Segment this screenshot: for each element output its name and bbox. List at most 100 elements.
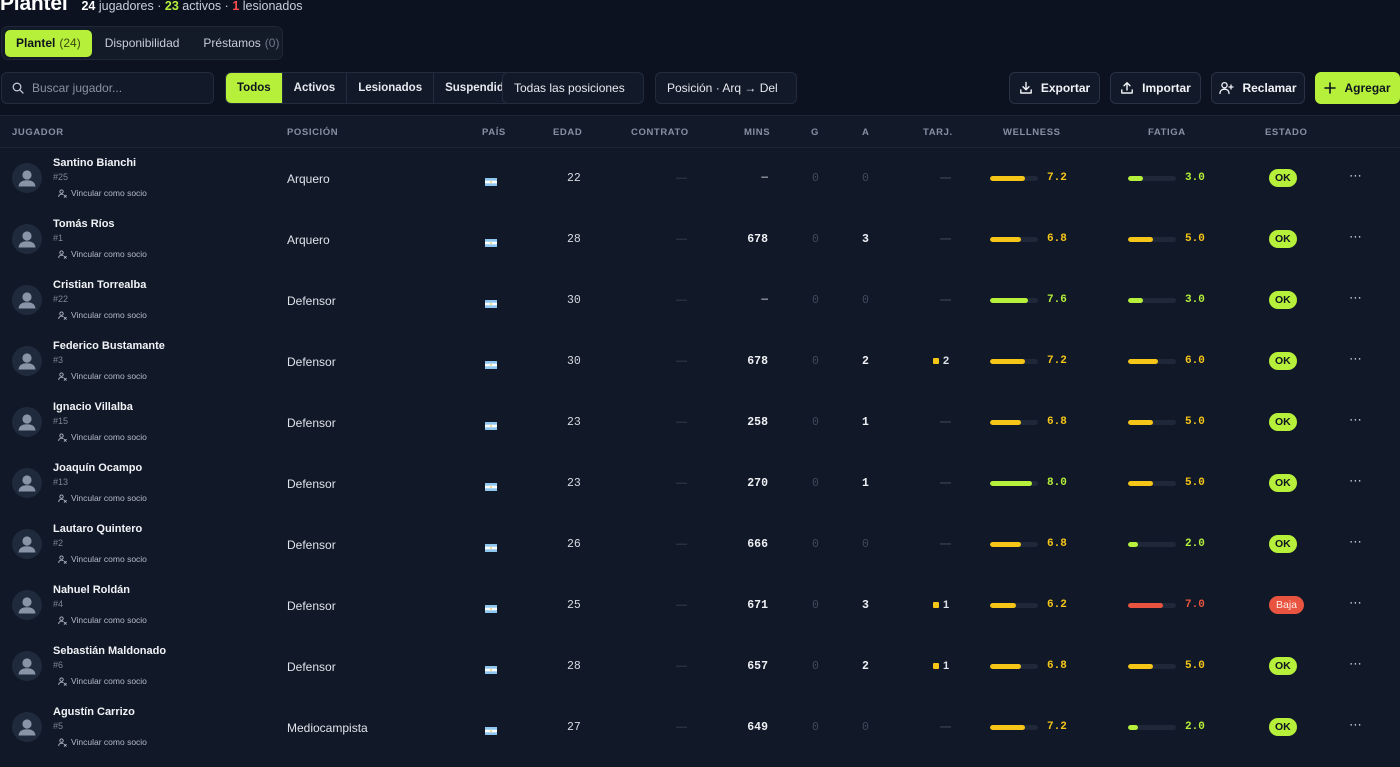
fatigue-bar	[1128, 359, 1176, 364]
player-number: #4	[53, 599, 64, 609]
link-member-button[interactable]: Vincular como socio	[58, 676, 147, 686]
table-row[interactable]: Sebastián Maldonado #6 Vincular como soc…	[0, 636, 1400, 697]
search-input[interactable]	[32, 81, 202, 95]
tab-plantel[interactable]: Plantel (24)	[5, 29, 92, 57]
more-options-icon[interactable]: ⋯	[1349, 595, 1363, 611]
player-age: 26	[567, 538, 581, 551]
cards-count: —	[940, 233, 951, 245]
col-asistencias[interactable]: A	[862, 127, 869, 138]
fatigue-bar-fill	[1128, 725, 1139, 730]
player-age: 27	[567, 721, 581, 734]
filter-lesionados[interactable]: Lesionados	[347, 73, 435, 103]
col-tarjetas[interactable]: TARJ.	[923, 127, 953, 138]
link-member-label: Vincular como socio	[71, 554, 147, 564]
player-minutes: —	[761, 172, 768, 184]
avatar	[12, 468, 42, 498]
player-name[interactable]: Joaquín Ocampo	[53, 462, 142, 474]
more-options-icon[interactable]: ⋯	[1349, 290, 1363, 306]
player-name[interactable]: Sebastián Maldonado	[53, 645, 166, 657]
more-options-icon[interactable]: ⋯	[1349, 412, 1363, 428]
more-options-icon[interactable]: ⋯	[1349, 534, 1363, 550]
view-tabs: Plantel (24) Disponibilidad Préstamos (0)	[1, 26, 283, 60]
link-member-button[interactable]: Vincular como socio	[58, 310, 147, 320]
tab-prestamos[interactable]: Préstamos (0)	[192, 30, 290, 57]
col-goles[interactable]: G	[811, 127, 819, 138]
col-fatiga[interactable]: FATIGA	[1148, 127, 1186, 138]
link-member-button[interactable]: Vincular como socio	[58, 737, 147, 747]
cards-count: —	[940, 721, 951, 733]
link-member-button[interactable]: Vincular como socio	[58, 249, 147, 259]
player-name[interactable]: Cristian Torrealba	[53, 279, 146, 291]
player-cards: —	[940, 538, 951, 550]
user-link-icon	[58, 737, 67, 747]
table-row[interactable]: Santino Bianchi #25 Vincular como socio …	[0, 148, 1400, 209]
player-position: Defensor	[287, 599, 336, 613]
avatar	[12, 285, 42, 315]
player-position: Mediocampista	[287, 721, 368, 735]
col-pais[interactable]: PAÍS	[482, 127, 506, 138]
import-button[interactable]: Importar	[1110, 72, 1201, 104]
download-icon	[1019, 81, 1032, 94]
link-member-button[interactable]: Vincular como socio	[58, 371, 147, 381]
link-member-label: Vincular como socio	[71, 493, 147, 503]
table-row[interactable]: Tomás Ríos #1 Vincular como socio Arquer…	[0, 209, 1400, 270]
active-count: 23	[164, 0, 179, 13]
table-row[interactable]: Federico Bustamante #3 Vincular como soc…	[0, 331, 1400, 392]
table-row[interactable]: Ignacio Villalba #15 Vincular como socio…	[0, 392, 1400, 453]
more-options-icon[interactable]: ⋯	[1349, 473, 1363, 489]
table-row[interactable]: Cristian Torrealba #22 Vincular como soc…	[0, 270, 1400, 331]
player-contract: —	[676, 172, 687, 184]
add-player-button[interactable]: Agregar	[1315, 72, 1400, 104]
filter-activos[interactable]: Activos	[283, 73, 348, 103]
tab-disponibilidad[interactable]: Disponibilidad	[94, 30, 191, 57]
col-posicion[interactable]: POSICIÓN	[287, 127, 338, 138]
more-options-icon[interactable]: ⋯	[1349, 168, 1363, 184]
col-wellness[interactable]: WELLNESS	[1003, 127, 1061, 138]
filter-todos[interactable]: Todos	[226, 73, 283, 103]
col-mins[interactable]: MINS	[744, 127, 770, 138]
player-goals: 0	[812, 660, 819, 673]
avatar	[12, 651, 42, 681]
col-contrato[interactable]: CONTRATO	[631, 127, 689, 138]
player-name[interactable]: Nahuel Roldán	[53, 584, 130, 596]
link-member-button[interactable]: Vincular como socio	[58, 493, 147, 503]
player-minutes: 258	[747, 416, 768, 429]
claim-button[interactable]: Reclamar	[1211, 72, 1305, 104]
player-name[interactable]: Ignacio Villalba	[53, 401, 133, 413]
more-options-icon[interactable]: ⋯	[1349, 351, 1363, 367]
table-row[interactable]: Nahuel Roldán #4 Vincular como socio Def…	[0, 575, 1400, 636]
more-options-icon[interactable]: ⋯	[1349, 656, 1363, 672]
search-box[interactable]	[1, 72, 214, 104]
table-row[interactable]: Lautaro Quintero #2 Vincular como socio …	[0, 514, 1400, 575]
col-jugador[interactable]: JUGADOR	[12, 127, 64, 138]
link-member-button[interactable]: Vincular como socio	[58, 188, 147, 198]
link-member-button[interactable]: Vincular como socio	[58, 432, 147, 442]
col-edad[interactable]: EDAD	[553, 127, 582, 138]
player-goals: 0	[812, 416, 819, 429]
link-member-button[interactable]: Vincular como socio	[58, 554, 147, 564]
fatigue-value: 3.0	[1185, 294, 1205, 306]
player-contract: —	[676, 538, 687, 550]
positions-dropdown[interactable]: Todas las posiciones	[502, 72, 644, 104]
table-row[interactable]: Joaquín Ocampo #13 Vincular como socio D…	[0, 453, 1400, 514]
link-member-button[interactable]: Vincular como socio	[58, 615, 147, 625]
sort-dropdown[interactable]: Posición · Arq → Del	[655, 72, 797, 104]
page-header: Plantel 24 jugadores · 23 activos · 1 le…	[0, 0, 303, 16]
more-options-icon[interactable]: ⋯	[1349, 229, 1363, 245]
fatigue-bar-fill	[1128, 664, 1154, 669]
col-estado[interactable]: ESTADO	[1265, 127, 1307, 138]
export-button[interactable]: Exportar	[1009, 72, 1100, 104]
more-options-icon[interactable]: ⋯	[1349, 717, 1363, 733]
player-name[interactable]: Santino Bianchi	[53, 157, 136, 169]
wellness-value: 6.8	[1047, 538, 1067, 550]
player-name[interactable]: Tomás Ríos	[53, 218, 115, 230]
player-name[interactable]: Lautaro Quintero	[53, 523, 142, 535]
players-label: jugadores ·	[98, 0, 162, 13]
status-badge: OK	[1269, 169, 1297, 187]
player-position: Defensor	[287, 416, 336, 430]
table-row[interactable]: Agustín Carrizo #5 Vincular como socio M…	[0, 697, 1400, 758]
link-member-label: Vincular como socio	[71, 615, 147, 625]
wellness-bar	[990, 603, 1038, 608]
player-name[interactable]: Agustín Carrizo	[53, 706, 135, 718]
player-name[interactable]: Federico Bustamante	[53, 340, 165, 352]
